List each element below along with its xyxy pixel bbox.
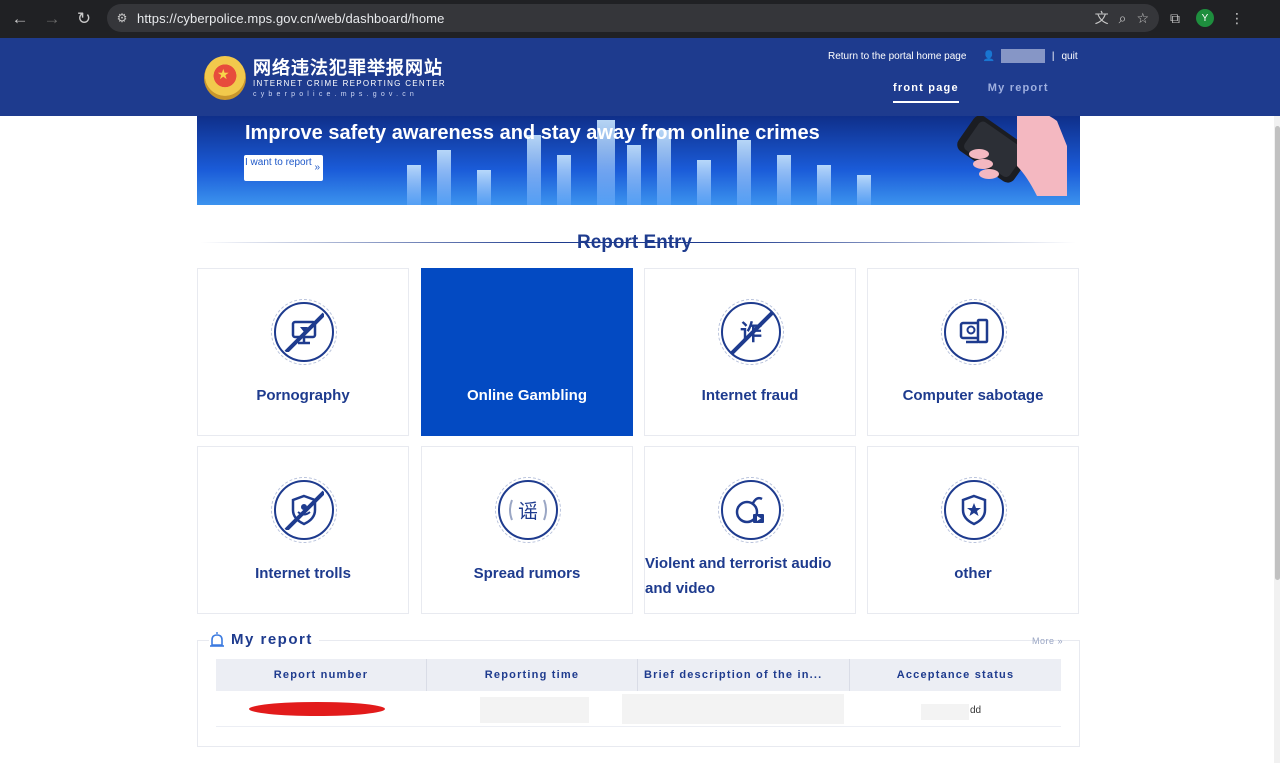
card-label: Computer sabotage [902, 387, 1044, 404]
card-label: Violent and terrorist audio and video [645, 555, 832, 597]
col-brief-description: Brief description of the in... [638, 659, 850, 691]
report-number-redacted [249, 702, 385, 716]
user-icon: 👤 [982, 50, 995, 62]
fraud-icon: 诈 [721, 302, 781, 362]
card-violent-terrorist-av[interactable]: Violent and terrorist audio and video [644, 446, 856, 614]
i-want-to-report-button[interactable]: I want to report » [244, 155, 323, 181]
url-text[interactable]: https://cyberpolice.mps.gov.cn/web/dashb… [137, 11, 444, 26]
col-reporting-time: Reporting time [427, 659, 638, 691]
nav-front-page[interactable]: front page [893, 82, 959, 103]
monitor-icon [274, 302, 334, 362]
back-icon[interactable]: ← [4, 3, 36, 35]
card-label: Internet trolls [255, 565, 351, 582]
translate-icon[interactable]: 文 [1095, 8, 1109, 28]
extensions-icon[interactable]: ⧉ [1170, 10, 1180, 27]
reload-icon[interactable]: ↻ [68, 3, 100, 35]
quit-link[interactable]: quit [1062, 51, 1078, 62]
banner-headline: Improve safety awareness and stay away f… [245, 122, 820, 144]
my-report-header: My report [209, 631, 319, 648]
hero-banner: Improve safety awareness and stay away f… [197, 116, 1080, 205]
double-chevron-right-icon: » [314, 162, 320, 173]
card-online-gambling[interactable]: Online Gambling [421, 268, 633, 436]
card-label: Online Gambling [466, 387, 587, 404]
more-link[interactable]: More » [1032, 636, 1063, 646]
address-bar[interactable]: ⚙ https://cyberpolice.mps.gov.cn/web/das… [107, 4, 1159, 32]
svg-text:谣: 谣 [518, 499, 538, 523]
card-label: Spread rumors [473, 565, 581, 582]
computer-gear-icon [944, 302, 1004, 362]
card-spread-rumors[interactable]: 谣 Spread rumors [421, 446, 633, 614]
description-redacted [622, 694, 844, 724]
browser-toolbar: ← → ↻ ⚙ https://cyberpolice.mps.gov.cn/w… [0, 0, 1280, 38]
card-label: Pornography [256, 387, 350, 404]
police-emblem-logo[interactable]: ★ [204, 56, 246, 100]
menu-kebab-icon[interactable]: ⋮ [1230, 10, 1244, 27]
report-button-label: I want to report [245, 157, 312, 168]
reporting-time-redacted [480, 697, 589, 723]
report-entry-title: Report Entry [577, 232, 693, 253]
card-label: Internet fraud [701, 387, 799, 404]
forward-icon[interactable]: → [36, 3, 68, 35]
nav-my-report[interactable]: My report [988, 82, 1049, 103]
portal-home-link[interactable]: Return to the portal home page [828, 51, 966, 62]
rumor-icon: 谣 [498, 480, 558, 540]
site-info-icon[interactable]: ⚙ [107, 4, 137, 32]
profile-avatar[interactable]: Y [1196, 9, 1214, 27]
zoom-icon[interactable]: ⌕ [1119, 10, 1127, 27]
report-table-header: Report number Reporting time Brief descr… [216, 659, 1061, 691]
card-computer-sabotage[interactable]: Computer sabotage [867, 268, 1079, 436]
col-report-number: Report number [216, 659, 427, 691]
alarm-icon [210, 631, 224, 647]
site-title[interactable]: 网络违法犯罪举报网站 [253, 54, 443, 80]
hand-phone-illustration [957, 116, 1067, 196]
site-header: ★ 网络违法犯罪举报网站 INTERNET CRIME REPORTING CE… [0, 38, 1280, 116]
col-acceptance-status: Acceptance status [896, 669, 1015, 681]
main-nav: front page My report [893, 82, 1049, 103]
bookmark-star-icon[interactable]: ☆ [1136, 10, 1149, 27]
my-report-title: My report [231, 631, 313, 648]
username-redacted [1000, 49, 1045, 63]
shield-hand-icon [274, 480, 334, 540]
separator: | [1051, 50, 1055, 62]
bomb-video-icon [721, 480, 781, 540]
site-subtitle: INTERNET CRIME REPORTING CENTER [253, 79, 446, 88]
card-other[interactable]: other [867, 446, 1079, 614]
status-redacted [921, 704, 969, 720]
site-domain: cyberpolice.mps.gov.cn [253, 91, 419, 98]
card-label: other [954, 565, 992, 582]
card-internet-trolls[interactable]: Internet trolls [197, 446, 409, 614]
acceptance-status-value: dd [970, 705, 982, 716]
page-scrollbar-thumb[interactable] [1275, 126, 1280, 580]
shield-star-icon [944, 480, 1004, 540]
card-pornography[interactable]: Pornography [197, 268, 409, 436]
card-internet-fraud[interactable]: 诈 Internet fraud [644, 268, 856, 436]
